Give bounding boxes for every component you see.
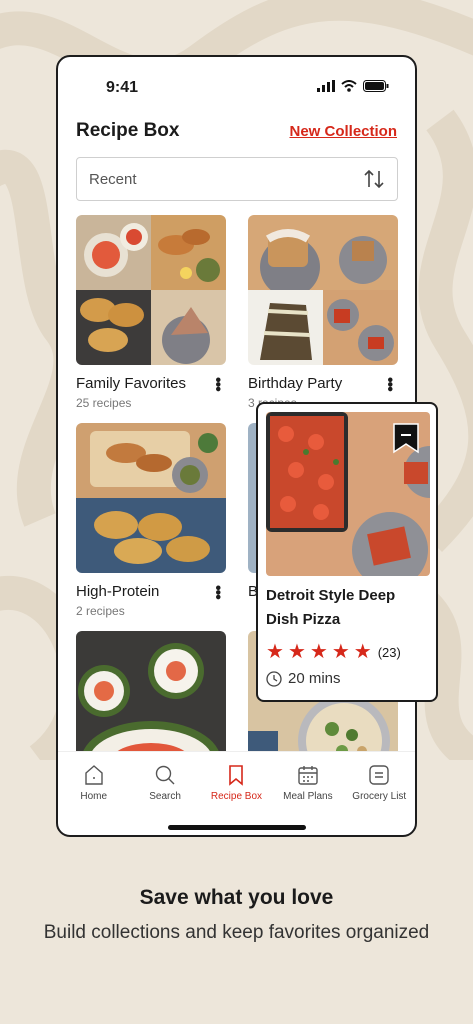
nav-label: Search: [149, 791, 181, 802]
bookmark-saved-button[interactable]: [392, 422, 420, 454]
rating-stars: ★ ★ ★ ★ ★ (23): [266, 642, 428, 662]
new-collection-link[interactable]: New Collection: [289, 123, 397, 140]
star-icon: ★: [353, 641, 372, 663]
nav-label: Meal Plans: [283, 791, 333, 802]
star-icon: ★: [287, 641, 306, 663]
bookmark-filled-icon: [393, 423, 419, 454]
collection-thumbnail: [248, 215, 398, 365]
more-options-icon[interactable]: •••: [209, 585, 226, 599]
collection-card[interactable]: High-Protein ••• 2 recipes: [76, 423, 226, 618]
cook-time: 20 mins: [266, 670, 428, 687]
more-options-icon[interactable]: •••: [209, 377, 226, 391]
bookmark-icon: [229, 765, 244, 786]
review-count: (23): [377, 644, 401, 660]
nav-label: Recipe Box: [210, 791, 263, 802]
recipe-image: [266, 412, 430, 576]
status-time: 9:41: [106, 79, 139, 96]
calendar-icon: [298, 766, 318, 785]
collection-title: High-Protein: [76, 583, 160, 600]
home-icon: [84, 765, 103, 785]
recipe-preview-card[interactable]: Detroit Style Deep Dish Pizza ★ ★ ★ ★ ★ …: [256, 402, 438, 702]
cook-time-value: 20 mins: [288, 670, 341, 687]
sort-select[interactable]: Recent: [76, 157, 398, 201]
nav-label: Grocery List: [352, 791, 407, 802]
bottom-nav: Home Search Recipe Box Meal Plans Grocer…: [58, 751, 415, 815]
more-options-icon[interactable]: •••: [381, 377, 398, 391]
collection-thumbnail: [76, 423, 226, 573]
star-icon: ★: [266, 641, 284, 663]
star-icon: ★: [331, 641, 350, 663]
marketing-tagline: Save what you love: [139, 886, 334, 909]
collection-title: Family Favorites: [76, 375, 187, 392]
list-icon: [369, 765, 389, 785]
sort-value: Recent: [89, 170, 137, 188]
cake-collage-image: [248, 215, 398, 365]
food-collage-image: [76, 423, 226, 573]
battery-icon: [363, 80, 389, 92]
sort-icon[interactable]: [363, 169, 385, 189]
search-icon: [155, 765, 175, 785]
wifi-icon: [341, 80, 357, 92]
star-icon: ★: [309, 641, 328, 663]
nav-grocery-list[interactable]: Grocery List: [345, 764, 413, 815]
page-title: Recipe Box: [76, 120, 180, 141]
marketing-subline: Build collections and keep favorites org…: [43, 922, 430, 943]
nav-search[interactable]: Search: [131, 764, 199, 815]
collection-thumbnail: [76, 215, 226, 365]
nav-meal-plans[interactable]: Meal Plans: [274, 764, 342, 815]
status-icons: [317, 80, 389, 92]
nav-home[interactable]: Home: [60, 764, 128, 815]
collection-title: Birthday Party: [248, 375, 343, 392]
collection-count: 2 recipes: [76, 604, 125, 618]
nav-recipe-box[interactable]: Recipe Box: [202, 764, 270, 815]
home-indicator: [168, 825, 306, 830]
clock-icon: [266, 670, 282, 687]
collection-count: 25 recipes: [76, 396, 132, 410]
recipe-title: Detroit Style Deep Dish Pizza: [266, 587, 396, 628]
collection-card[interactable]: Family Favorites ••• 25 recipes: [76, 215, 226, 410]
food-collage-image: [76, 215, 226, 365]
status-bar: 9:41: [58, 57, 415, 117]
nav-label: Home: [80, 791, 108, 802]
collection-card[interactable]: Birthday Party ••• 3 recipes: [248, 215, 398, 410]
signal-icon: [317, 80, 335, 92]
